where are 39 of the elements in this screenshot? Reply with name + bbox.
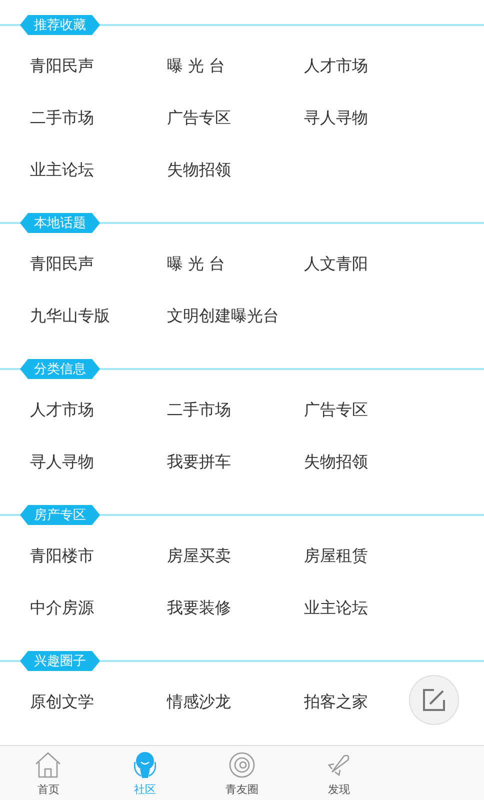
tab-item[interactable]: 首页 bbox=[0, 746, 97, 800]
category-link[interactable]: 青阳楼市 bbox=[30, 546, 94, 566]
category-link[interactable]: 业主论坛 bbox=[30, 160, 94, 180]
category-link[interactable]: 我要装修 bbox=[167, 598, 231, 618]
category-link[interactable]: 业主论坛 bbox=[304, 598, 368, 618]
tab-item[interactable]: 青友圈 bbox=[194, 746, 290, 800]
section-tag: 分类信息 bbox=[20, 359, 100, 379]
category-link[interactable]: 广告专区 bbox=[304, 400, 368, 420]
section-tag: 本地话题 bbox=[20, 213, 100, 233]
category-link[interactable]: 房屋买卖 bbox=[167, 546, 231, 566]
category-link[interactable]: 我要拼车 bbox=[167, 452, 231, 472]
category-link[interactable]: 曝 光 台 bbox=[167, 56, 226, 76]
section-tag: 房产专区 bbox=[20, 505, 100, 525]
category-link[interactable]: 拍客之家 bbox=[304, 692, 368, 712]
category-link[interactable]: 二手市场 bbox=[30, 108, 94, 128]
category-link[interactable]: 失物招领 bbox=[167, 160, 231, 180]
section-tag: 兴趣圈子 bbox=[20, 651, 100, 671]
category-link[interactable]: 失物招领 bbox=[304, 452, 368, 472]
category-link[interactable]: 人才市场 bbox=[30, 400, 94, 420]
category-link[interactable]: 情感沙龙 bbox=[167, 692, 231, 712]
category-link[interactable]: 九华山专版 bbox=[30, 306, 110, 326]
category-link[interactable]: 青阳民声 bbox=[30, 56, 94, 76]
compose-button[interactable] bbox=[409, 675, 459, 725]
category-link[interactable]: 人才市场 bbox=[304, 56, 368, 76]
tab-item[interactable]: 发现 bbox=[290, 746, 388, 800]
category-link[interactable]: 房屋租赁 bbox=[304, 546, 368, 566]
category-link[interactable]: 文明创建曝光台 bbox=[167, 306, 279, 326]
section-tag: 推荐收藏 bbox=[20, 15, 100, 35]
category-link[interactable]: 人文青阳 bbox=[304, 254, 368, 274]
category-link[interactable]: 二手市场 bbox=[167, 400, 231, 420]
category-link[interactable]: 寻人寻物 bbox=[30, 452, 94, 472]
category-link[interactable]: 青阳民声 bbox=[30, 254, 94, 274]
edit-icon bbox=[422, 688, 446, 712]
category-link[interactable]: 曝 光 台 bbox=[167, 254, 226, 274]
circle-icon bbox=[226, 750, 257, 780]
category-link[interactable]: 寻人寻物 bbox=[304, 108, 368, 128]
category-link[interactable]: 广告专区 bbox=[167, 108, 231, 128]
category-link[interactable]: 中介房源 bbox=[30, 598, 94, 618]
category-link[interactable]: 原创文学 bbox=[30, 692, 94, 712]
